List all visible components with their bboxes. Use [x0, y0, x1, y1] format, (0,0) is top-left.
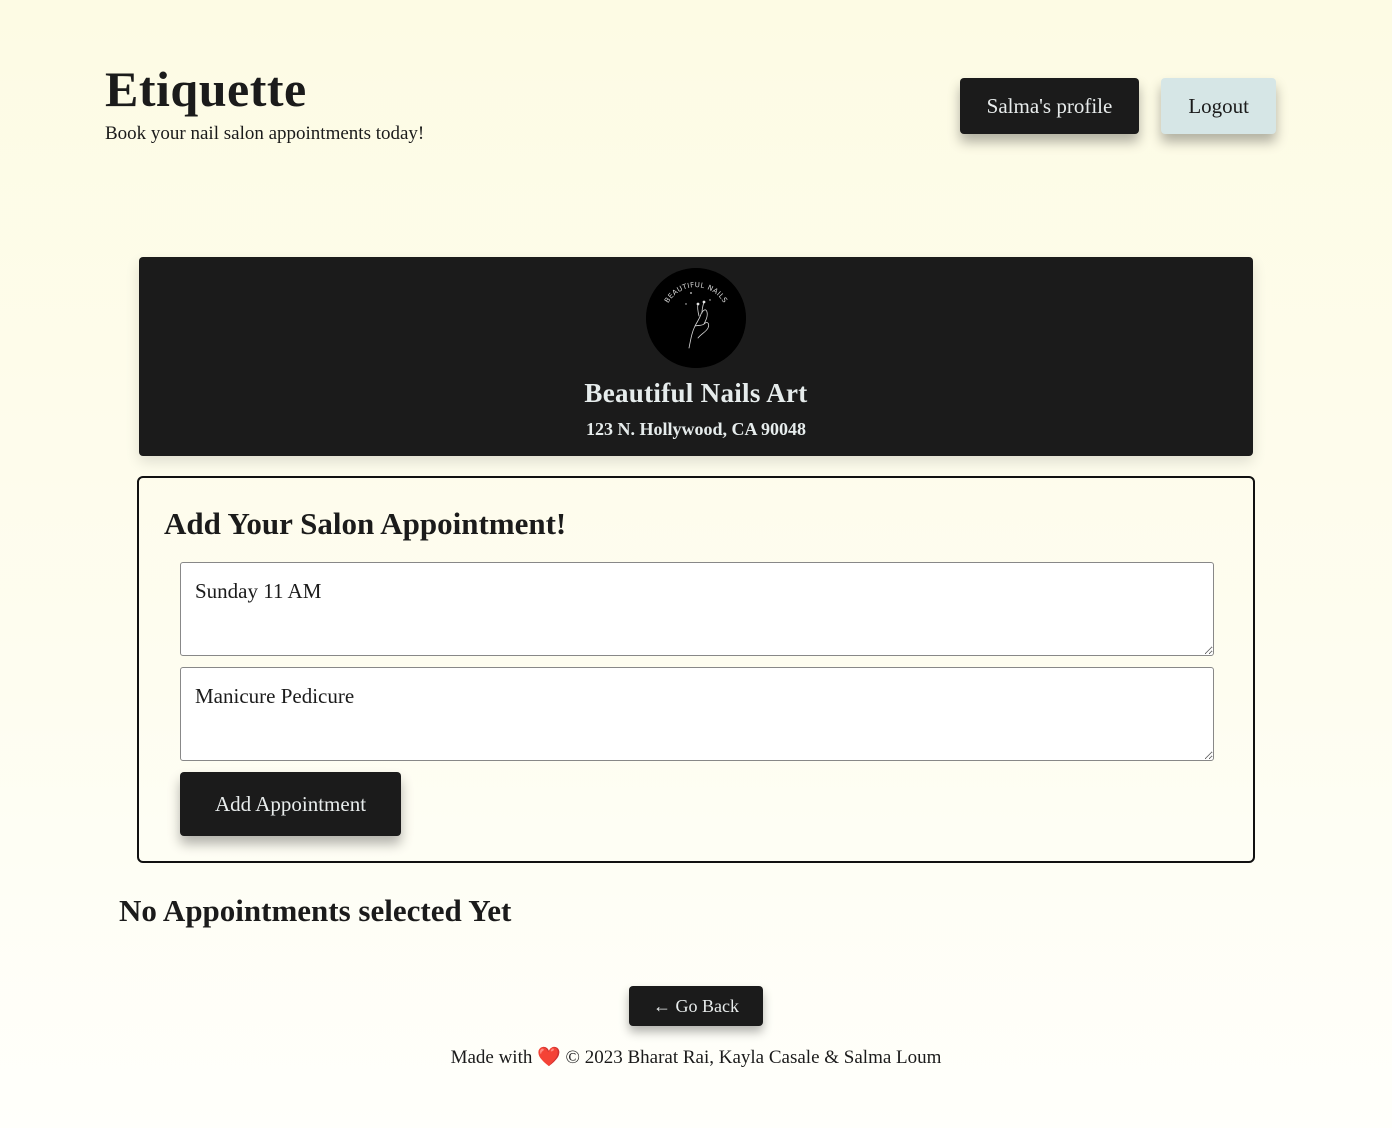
- top-nav: Salma's profile Logout: [959, 78, 1276, 134]
- salon-name: Beautiful Nails Art: [584, 378, 808, 408]
- appointment-time-field[interactable]: Sunday 11 AM: [180, 562, 1214, 656]
- salon-logo: BEAUTIFUL NAILS: [646, 268, 746, 368]
- appointment-service-field[interactable]: Manicure Pedicure: [180, 667, 1214, 761]
- go-back-button[interactable]: ← Go Back: [629, 986, 763, 1026]
- add-appointment-button[interactable]: Add Appointment: [180, 772, 401, 836]
- logout-button[interactable]: Logout: [1161, 78, 1276, 134]
- appointment-form: Add Your Salon Appointment! Sunday 11 AM…: [137, 476, 1255, 863]
- salon-card: BEAUTIFUL NAILS Beautiful Nails Art 123 …: [139, 257, 1253, 456]
- no-appointments-message: No Appointments selected Yet: [119, 893, 512, 928]
- footer-credits: © 2023 Bharat Rai, Kayla Casale & Salma …: [565, 1047, 942, 1068]
- footer-made-with: Made with: [450, 1047, 533, 1068]
- profile-button[interactable]: Salma's profile: [959, 78, 1140, 134]
- heart-icon: ❤️: [537, 1047, 561, 1068]
- form-title: Add Your Salon Appointment!: [164, 506, 567, 541]
- site-tagline: Book your nail salon appointments today!: [105, 123, 425, 144]
- footer: Made with ❤️ © 2023 Bharat Rai, Kayla Ca…: [0, 1045, 1392, 1069]
- salon-address: 123 N. Hollywood, CA 90048: [585, 419, 807, 439]
- site-header: Etiquette Book your nail salon appointme…: [105, 62, 424, 145]
- site-title: Etiquette: [105, 61, 307, 117]
